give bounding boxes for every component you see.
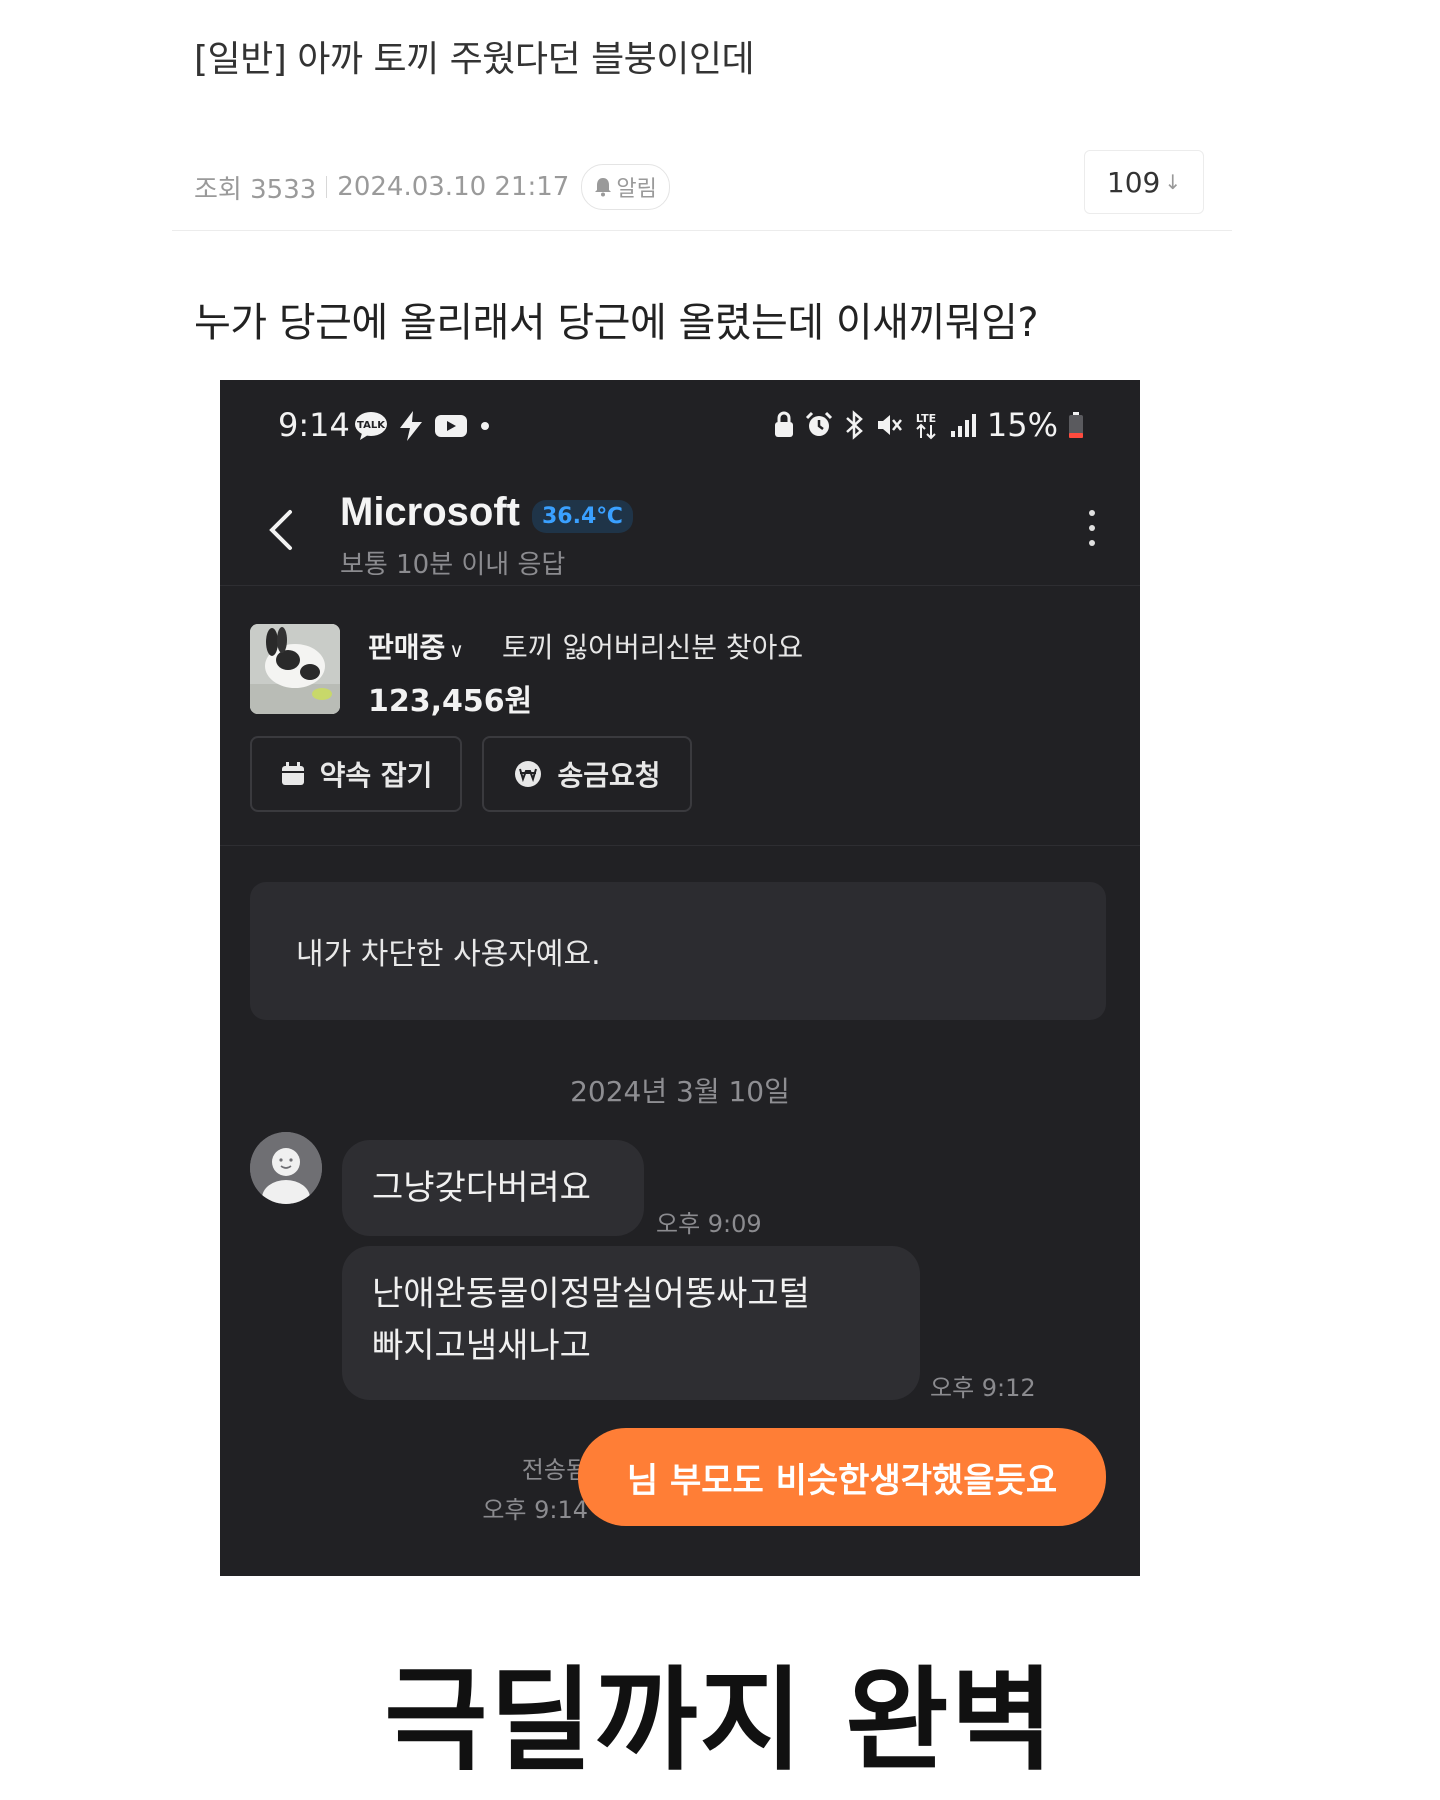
chat-screenshot: 9:14 TALK LTE 15% Microsoft 36.4℃ 보통 10분… xyxy=(220,380,1140,1576)
post-datetime: 2024.03.10 21:17 xyxy=(337,172,570,202)
sale-status-dropdown[interactable]: 판매중 ∨ xyxy=(368,626,464,666)
response-time-note: 보통 10분 이내 응답 xyxy=(340,550,566,580)
download-count-button[interactable]: 109 ↓ xyxy=(1084,150,1204,214)
sent-time: 오후 9:14 xyxy=(482,1496,588,1524)
default-profile-icon xyxy=(250,1132,322,1204)
alarm-label: 알림 xyxy=(616,177,657,202)
battery-percent: 15% xyxy=(986,406,1058,444)
message-text: 그냥갖다버려요 xyxy=(372,1168,591,1208)
make-appointment-button[interactable]: 약속 잡기 xyxy=(250,736,462,812)
youtube-icon xyxy=(435,415,467,437)
arrow-down-icon: ↓ xyxy=(1164,170,1182,194)
more-options-icon[interactable] xyxy=(1080,504,1104,552)
dot-icon xyxy=(481,422,489,430)
product-panel: 판매중 ∨ 토끼 잃어버리신분 찾아요 123,456원 약속 잡기 송금요청 xyxy=(220,586,1140,846)
chat-partner-name[interactable]: Microsoft xyxy=(340,490,520,535)
blocked-user-notice: 내가 차단한 사용자예요. xyxy=(250,882,1106,1020)
caption-text: 극딜까지 완벽 xyxy=(384,1656,1056,1786)
post-title: [일반] 아까 토끼 주웠다던 블붕이인데 xyxy=(194,39,755,80)
status-right-icons: LTE 15% xyxy=(773,406,1084,444)
status-left-icons: TALK xyxy=(354,410,492,442)
sent-status: 전송됨 xyxy=(521,1456,588,1484)
post-body-text: 누가 당근에 올리래서 당근에 올렸는데 이새끼뭐임? xyxy=(194,300,1039,346)
svg-text:LTE: LTE xyxy=(916,412,936,425)
divider xyxy=(172,230,1232,231)
message-text-line: 난애완동물이정말실어똥싸고털 xyxy=(372,1274,810,1314)
rabbit-photo-icon xyxy=(250,624,340,714)
svg-text:TALK: TALK xyxy=(357,420,386,431)
bluetooth-icon xyxy=(846,410,863,440)
alarm-button[interactable]: 알림 xyxy=(581,164,670,210)
chevron-down-icon: ∨ xyxy=(449,638,464,662)
message-bubble: 그냥갖다버려요 xyxy=(342,1140,644,1236)
manner-temperature-badge: 36.4℃ xyxy=(532,500,633,533)
status-bar: 9:14 TALK LTE 15% xyxy=(220,380,1140,480)
product-thumbnail[interactable] xyxy=(250,624,340,714)
remit-request-button[interactable]: 송금요청 xyxy=(482,736,692,812)
lightning-icon xyxy=(400,411,422,441)
alarm-icon xyxy=(805,411,832,436)
product-title[interactable]: 토끼 잃어버리신분 찾아요 xyxy=(502,626,803,666)
view-count: 조회 3533 xyxy=(194,174,317,205)
signal-icon xyxy=(950,414,976,437)
message-time: 오후 9:09 xyxy=(656,1210,762,1238)
remit-label: 송금요청 xyxy=(557,759,661,792)
kakaotalk-icon: TALK xyxy=(355,412,387,440)
my-message-text: 님 부모도 비슷한생각했을듯요 xyxy=(626,1460,1058,1501)
lte-icon: LTE xyxy=(916,412,936,440)
won-coin-icon xyxy=(515,761,542,787)
lock-icon xyxy=(774,411,793,437)
calendar-icon xyxy=(281,762,304,785)
meta-divider xyxy=(326,176,328,198)
date-divider: 2024년 3월 10일 xyxy=(570,1075,790,1108)
count-value: 109 xyxy=(1106,165,1161,199)
message-bubble: 난애완동물이정말실어똥싸고털 빠지고냄새나고 xyxy=(342,1246,920,1400)
my-message-bubble: 님 부모도 비슷한생각했을듯요 xyxy=(578,1428,1106,1526)
message-text-line: 빠지고냄새나고 xyxy=(372,1326,591,1366)
mute-icon xyxy=(877,415,902,435)
battery-icon xyxy=(1069,412,1083,438)
bell-icon xyxy=(595,178,612,197)
sale-status-label: 판매중 xyxy=(368,631,446,664)
avatar[interactable] xyxy=(250,1132,322,1204)
message-time: 오후 9:12 xyxy=(930,1374,1036,1402)
post-meta: 조회 3533 2024.03.10 21:17 알림 xyxy=(194,164,670,210)
status-time: 9:14 xyxy=(278,406,350,444)
chat-header: Microsoft 36.4℃ 보통 10분 이내 응답 xyxy=(220,480,1140,586)
product-price: 123,456원 xyxy=(368,684,533,719)
back-arrow-icon[interactable] xyxy=(258,500,306,560)
appointment-label: 약속 잡기 xyxy=(319,759,433,792)
